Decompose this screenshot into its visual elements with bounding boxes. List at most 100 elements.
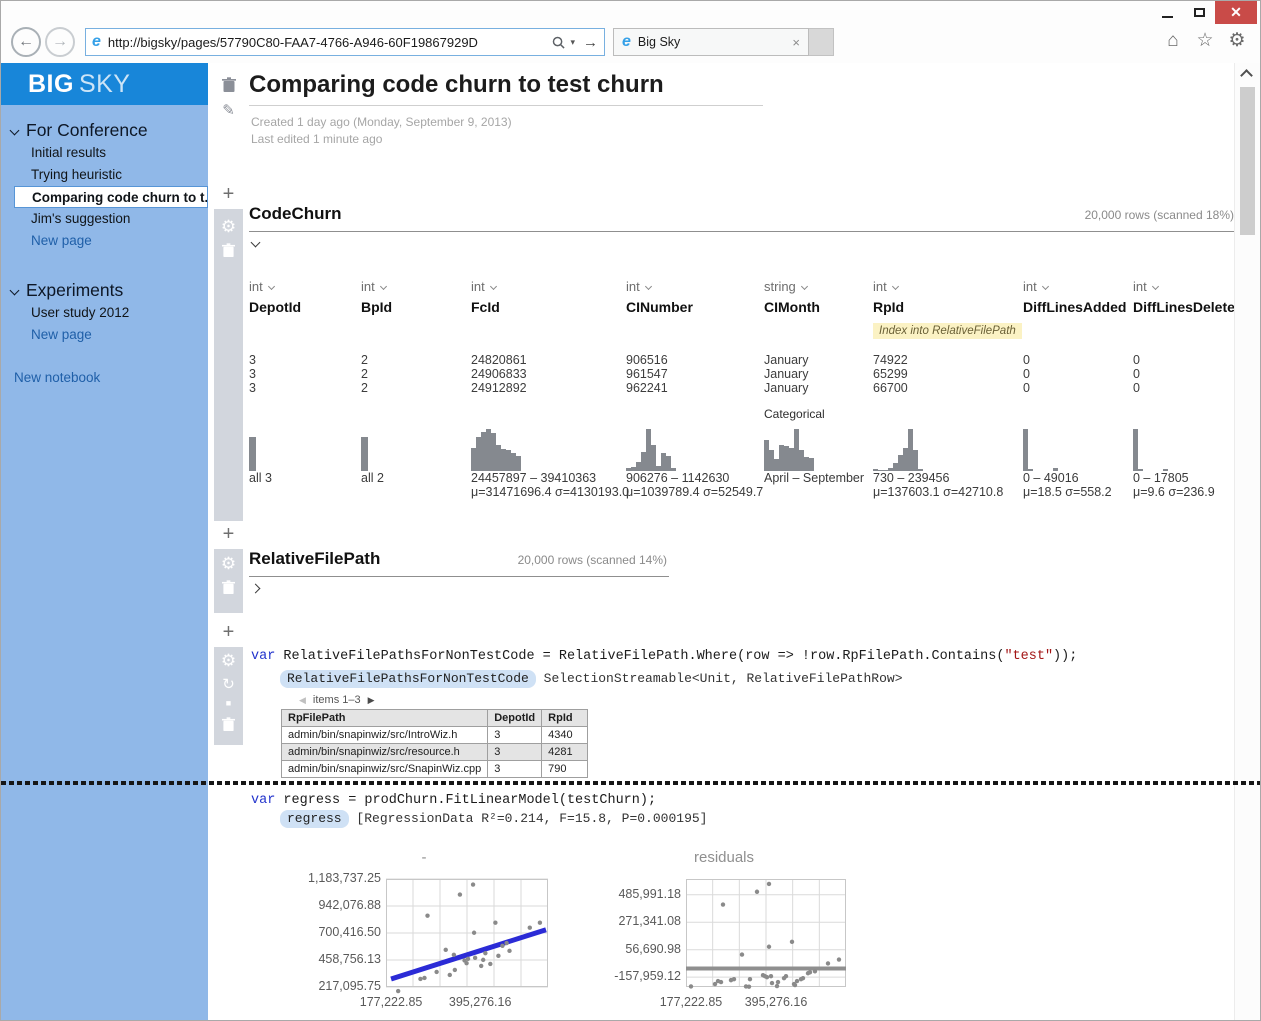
cell-toolbar: ⚙	[214, 549, 243, 613]
column-name[interactable]: CIMonth	[764, 299, 873, 315]
relativefilepath-title[interactable]: RelativeFilePath	[249, 549, 380, 569]
y-axis-tick-label: 217,095.75	[256, 979, 381, 993]
cell-settings-gear-icon[interactable]: ⚙	[214, 651, 243, 671]
column-name[interactable]: DiffLinesAdded	[1023, 299, 1133, 315]
column-range: April – September	[764, 471, 864, 485]
sidebar: BIGSKY For Conference Initial results Tr…	[1, 63, 208, 1021]
close-button[interactable]: ✕	[1215, 1, 1257, 24]
column-name[interactable]: FcId	[471, 299, 626, 315]
column-type-dropdown[interactable]: int	[626, 279, 651, 294]
codechurn-title[interactable]: CodeChurn	[249, 204, 342, 224]
forward-button[interactable]: →	[45, 27, 75, 57]
search-icon[interactable]	[552, 36, 565, 49]
tab-close-icon[interactable]: ×	[792, 35, 800, 50]
browser-tab[interactable]: e Big Sky ×	[613, 28, 809, 56]
keyword: var	[251, 793, 275, 808]
ie-tab-icon: e	[622, 33, 631, 51]
column-name[interactable]: BpId	[361, 299, 471, 315]
column-type-dropdown[interactable]: int	[873, 279, 898, 294]
column-type-dropdown[interactable]: int	[1023, 279, 1048, 294]
column-name[interactable]: CINumber	[626, 299, 764, 315]
code-cell[interactable]: var RelativeFilePathsForNonTestCode = Re…	[251, 649, 1077, 664]
maximize-button[interactable]	[1183, 1, 1215, 24]
items-pager: ◀ items 1–3 ▶	[299, 694, 375, 706]
sidebar-item-user-study-2012[interactable]: User study 2012	[1, 302, 208, 324]
cell-settings-gear-icon[interactable]: ⚙	[214, 217, 243, 237]
new-notebook-link[interactable]: New notebook	[1, 370, 208, 385]
page-title[interactable]: Comparing code churn to test churn	[249, 71, 763, 106]
page-break-line	[1, 781, 1260, 785]
cell-settings-gear-icon[interactable]: ⚙	[214, 554, 243, 574]
column-type-dropdown[interactable]: int	[361, 279, 386, 294]
y-axis-tick-label: 942,076.88	[256, 898, 381, 912]
section-experiments[interactable]: Experiments	[1, 278, 208, 302]
column-histogram	[626, 429, 676, 471]
section-for-conference[interactable]: For Conference	[1, 118, 208, 142]
chart-title: residuals	[694, 849, 754, 866]
column-name[interactable]: RpId	[873, 299, 1023, 315]
pager-next-icon[interactable]: ▶	[368, 695, 375, 706]
address-bar[interactable]: e http://bigsky/pages/57790C80-FAA7-4766…	[85, 28, 605, 56]
column-histogram	[249, 429, 256, 471]
cell-toolbar: ⚙	[214, 209, 243, 521]
back-button[interactable]: ←	[11, 27, 41, 57]
column-type-dropdown[interactable]: int	[1133, 279, 1158, 294]
cell-delete-icon[interactable]	[214, 580, 243, 600]
add-cell-icon[interactable]: +	[208, 623, 249, 641]
settings-gear-icon[interactable]: ⚙	[1226, 30, 1248, 52]
code-cell[interactable]: var regress = prodChurn.FitLinearModel(t…	[251, 793, 656, 808]
scrollbar-thumb[interactable]	[1240, 87, 1255, 235]
new-tab-button[interactable]	[809, 28, 834, 56]
variable-chip[interactable]: RelativeFilePathsForNonTestCode	[280, 670, 536, 688]
column-histogram	[1023, 429, 1073, 471]
cell-toolbar: ⚙ ↻ ■	[214, 647, 243, 745]
sidebar-item-jims-suggestion[interactable]: Jim's suggestion	[1, 208, 208, 230]
cell-delete-icon[interactable]	[214, 717, 243, 737]
add-cell-icon[interactable]: +	[208, 185, 249, 203]
column-type-dropdown[interactable]: int	[471, 279, 496, 294]
relativefilepath-expand-icon[interactable]	[251, 584, 261, 594]
cell-gutter: ✎ + ⚙ + ⚙ + ⚙ ↻ ■	[208, 63, 249, 1021]
sidebar-item-comparing-code-churn[interactable]: Comparing code churn to t...	[14, 186, 208, 208]
column-type-dropdown[interactable]: int	[249, 279, 274, 294]
minimize-button[interactable]	[1151, 1, 1183, 24]
sidebar-new-page-link[interactable]: New page	[1, 324, 208, 346]
result-row: RelativeFilePathsForNonTestCode Selectio…	[280, 671, 903, 686]
column-name[interactable]: DiffLinesDeleted	[1133, 299, 1236, 315]
sidebar-item-trying-heuristic[interactable]: Trying heuristic	[1, 164, 208, 186]
cell-refresh-icon[interactable]: ↻	[214, 675, 243, 693]
variable-chip[interactable]: regress	[280, 810, 349, 828]
pager-prev-icon[interactable]: ◀	[299, 695, 306, 706]
address-dropdown-icon[interactable]: ▾	[570, 37, 575, 48]
scroll-up-icon[interactable]	[1240, 69, 1253, 82]
column-sample-values: JanuaryJanuaryJanuary	[764, 353, 808, 395]
x-axis-tick-label: 177,222.85	[360, 995, 423, 1009]
x-axis-tick-label: 395,276.16	[449, 995, 512, 1009]
codechurn-column-rpid: int RpId Index into RelativeFilePath 749…	[873, 279, 1023, 509]
cell-stop-icon[interactable]: ■	[214, 698, 243, 708]
column-sample-values: 749226529966700	[873, 353, 908, 395]
favorites-star-icon[interactable]: ☆	[1194, 30, 1216, 52]
y-axis-tick-label: 458,756.13	[256, 952, 381, 966]
column-type-dropdown[interactable]: string	[764, 279, 807, 294]
pager-label: items 1–3	[313, 694, 361, 706]
column-sample-values: 333	[249, 353, 256, 395]
add-cell-icon[interactable]: +	[208, 525, 249, 543]
go-arrow-icon[interactable]: →	[583, 34, 598, 51]
chevron-down-icon	[10, 125, 20, 135]
chevron-down-icon	[268, 283, 275, 290]
result-table: RpFilePath DepotId RpId admin/bin/snapin…	[281, 709, 588, 778]
column-stats: μ=9.6 σ=236.9	[1133, 485, 1215, 499]
x-axis-tick-label: 395,276.16	[745, 995, 808, 1009]
column-sample-values: 000	[1023, 353, 1030, 395]
sidebar-new-page-link[interactable]: New page	[1, 230, 208, 252]
codechurn-collapse-icon[interactable]	[251, 238, 261, 248]
column-name[interactable]: DepotId	[249, 299, 361, 315]
home-icon[interactable]: ⌂	[1162, 30, 1184, 52]
delete-page-icon[interactable]	[208, 77, 249, 98]
codechurn-column-cinumber: int CINumber 906516961547962241 906276 –…	[626, 279, 764, 509]
cell-delete-icon[interactable]	[214, 243, 243, 263]
edit-pencil-icon[interactable]: ✎	[208, 101, 249, 119]
url-input[interactable]: http://bigsky/pages/57790C80-FAA7-4766-A…	[108, 35, 553, 50]
sidebar-item-initial-results[interactable]: Initial results	[1, 142, 208, 164]
